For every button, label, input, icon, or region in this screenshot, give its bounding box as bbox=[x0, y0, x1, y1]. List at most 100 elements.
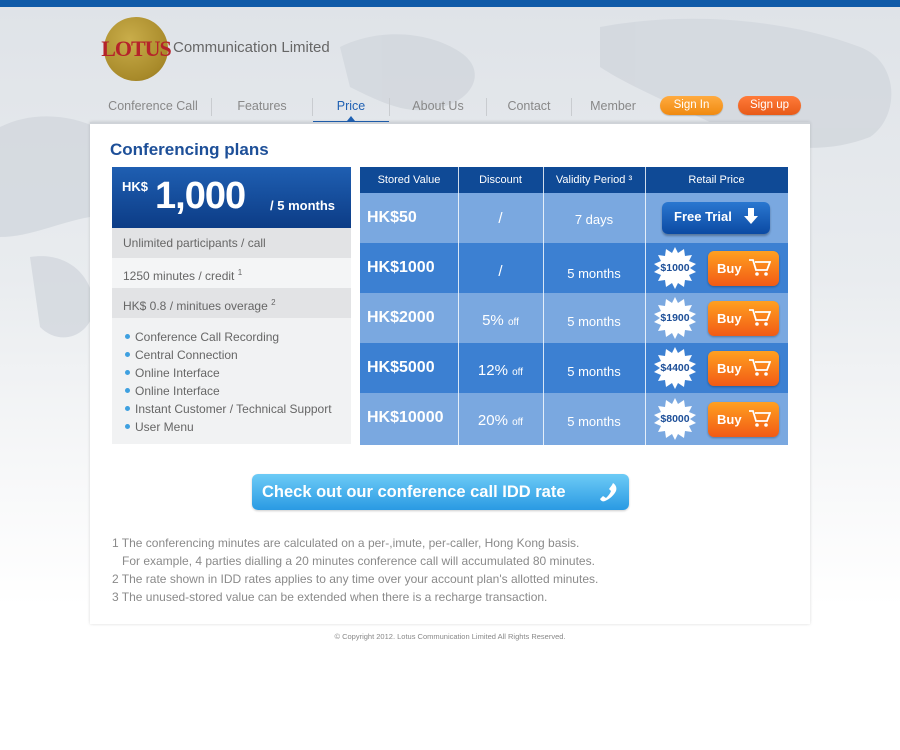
bullet-icon bbox=[125, 370, 130, 375]
sign-in-button[interactable]: Sign In bbox=[660, 96, 723, 115]
plan-detail-text: 1250 minutes / credit bbox=[123, 269, 235, 283]
free-trial-label: Free Trial bbox=[674, 209, 732, 224]
footnote-marker: 2 bbox=[271, 298, 276, 307]
badge-price: $1900 bbox=[660, 312, 690, 324]
price-badge: $1000 bbox=[654, 247, 696, 289]
bullet-icon bbox=[125, 388, 130, 393]
cell-discount: / bbox=[498, 210, 503, 227]
footnote-line: 1 The conferencing minutes are calculate… bbox=[112, 536, 580, 550]
page-title: Conferencing plans bbox=[110, 140, 269, 159]
price-badge: $8000 bbox=[654, 398, 696, 440]
main-nav: Conference Call Features Price About Us … bbox=[95, 96, 654, 124]
cart-icon bbox=[749, 309, 771, 326]
nav-item-contact[interactable]: Contact bbox=[487, 96, 571, 119]
buy-label: Buy bbox=[717, 361, 742, 376]
plan-detail-row: Unlimited participants / call bbox=[112, 228, 351, 258]
feature-item: User Menu bbox=[125, 420, 194, 434]
cell-discount: / bbox=[498, 263, 503, 280]
arrow-down-icon bbox=[744, 208, 758, 224]
buy-button[interactable]: Buy bbox=[708, 351, 779, 386]
feature-label: Online Interface bbox=[135, 384, 220, 398]
discount-suffix: off bbox=[512, 367, 524, 378]
discount-value: 20% bbox=[477, 412, 508, 429]
footnote-line: 3 The unused-stored value can be extende… bbox=[112, 590, 548, 604]
column-header-stored-value: Stored Value bbox=[360, 167, 458, 193]
nav-item-member[interactable]: Member bbox=[572, 96, 654, 119]
idd-rate-button[interactable]: Check out our conference call IDD rate bbox=[252, 474, 629, 510]
bullet-icon bbox=[125, 424, 130, 429]
copyright: © Copyright 2012. Lotus Communication Li… bbox=[334, 632, 566, 641]
column-header-validity-period: Validity Period ³ bbox=[543, 167, 645, 193]
cell-discount: 12% off bbox=[458, 362, 543, 379]
cell-discount: 20% off bbox=[458, 412, 543, 429]
discount-suffix: off bbox=[512, 417, 524, 428]
discount-suffix: off bbox=[507, 317, 519, 328]
bullet-icon bbox=[125, 334, 130, 339]
idd-rate-label: Check out our conference call IDD rate bbox=[262, 483, 566, 501]
cell-validity: 5 months bbox=[567, 414, 621, 429]
company-name: Communication Limited bbox=[173, 39, 330, 56]
feature-label: User Menu bbox=[135, 420, 194, 434]
cell-stored-value: HK$1000 bbox=[367, 259, 435, 276]
plan-detail-row: 1250 minutes / credit 1 bbox=[112, 258, 351, 288]
cell-stored-value: HK$5000 bbox=[367, 359, 435, 376]
footnotes: 1 The conferencing minutes are calculate… bbox=[112, 534, 598, 606]
feature-item: Conference Call Recording bbox=[125, 330, 279, 344]
badge-price: $4400 bbox=[660, 362, 690, 374]
top-accent-bar bbox=[0, 0, 900, 7]
nav-item-price[interactable]: Price bbox=[313, 96, 389, 123]
feature-item: Instant Customer / Technical Support bbox=[125, 402, 332, 416]
column-header-discount: Discount bbox=[458, 167, 543, 193]
plan-amount: 1,000 bbox=[155, 175, 246, 217]
cell-stored-value: HK$50 bbox=[367, 209, 417, 226]
price-badge: $1900 bbox=[654, 297, 696, 339]
buy-button[interactable]: Buy bbox=[708, 251, 779, 286]
feature-item: Central Connection bbox=[125, 348, 238, 362]
discount-value: 5% bbox=[482, 312, 504, 329]
cell-validity: 5 months bbox=[567, 364, 621, 379]
feature-label: Online Interface bbox=[135, 366, 220, 380]
cell-stored-value: HK$2000 bbox=[367, 309, 435, 326]
free-trial-button[interactable]: Free Trial bbox=[662, 202, 770, 234]
cell-discount: 5% off bbox=[458, 312, 543, 329]
feature-label: Central Connection bbox=[135, 348, 238, 362]
price-badge: $4400 bbox=[654, 347, 696, 389]
logo-text: LOTUS bbox=[101, 36, 172, 61]
cart-icon bbox=[749, 259, 771, 276]
buy-label: Buy bbox=[717, 261, 742, 276]
cell-stored-value: HK$10000 bbox=[367, 409, 444, 426]
sign-up-button[interactable]: Sign up bbox=[738, 96, 801, 115]
phone-icon bbox=[600, 483, 617, 502]
column-divider bbox=[543, 167, 544, 445]
plan-header: HK$ 1,000 / 5 months bbox=[112, 167, 351, 228]
cart-icon bbox=[749, 359, 771, 376]
column-header-retail-price: Retail Price bbox=[645, 167, 788, 193]
footnote-marker: 1 bbox=[237, 268, 243, 277]
cell-validity: 5 months bbox=[567, 266, 621, 281]
column-divider bbox=[458, 167, 459, 445]
column-divider bbox=[645, 167, 646, 445]
buy-button[interactable]: Buy bbox=[708, 301, 779, 336]
badge-price: $1000 bbox=[660, 262, 690, 274]
bullet-icon bbox=[125, 352, 130, 357]
buy-button[interactable]: Buy bbox=[708, 402, 779, 437]
plan-currency: HK$ bbox=[122, 179, 149, 194]
feature-label: Conference Call Recording bbox=[135, 330, 280, 344]
plan-detail-text: HK$ 0.8 / minitues overage bbox=[123, 299, 268, 313]
feature-item: Online Interface bbox=[125, 384, 220, 398]
plan-detail-row: HK$ 0.8 / minitues overage 2 bbox=[112, 288, 351, 318]
logo-emblem: LOTUS bbox=[101, 17, 172, 81]
brand-logo[interactable]: LOTUS Communication Limited bbox=[101, 17, 330, 81]
cell-validity: 5 months bbox=[567, 314, 621, 329]
pricing-card: Conferencing plans HK$ 1,000 / 5 months … bbox=[90, 122, 810, 624]
plan-feature-list: Conference Call Recording Central Connec… bbox=[112, 318, 351, 444]
feature-label: Instant Customer / Technical Support bbox=[135, 402, 332, 416]
footnote-line: For example, 4 parties dialling a 20 min… bbox=[122, 554, 595, 568]
plan-detail-text: Unlimited participants / call bbox=[123, 236, 266, 250]
feature-item: Online Interface bbox=[125, 366, 220, 380]
nav-item-about-us[interactable]: About Us bbox=[390, 96, 486, 119]
discount-value: 12% bbox=[477, 362, 508, 379]
cart-icon bbox=[749, 410, 771, 427]
nav-item-conference-call[interactable]: Conference Call bbox=[95, 96, 211, 119]
nav-item-features[interactable]: Features bbox=[212, 96, 312, 119]
